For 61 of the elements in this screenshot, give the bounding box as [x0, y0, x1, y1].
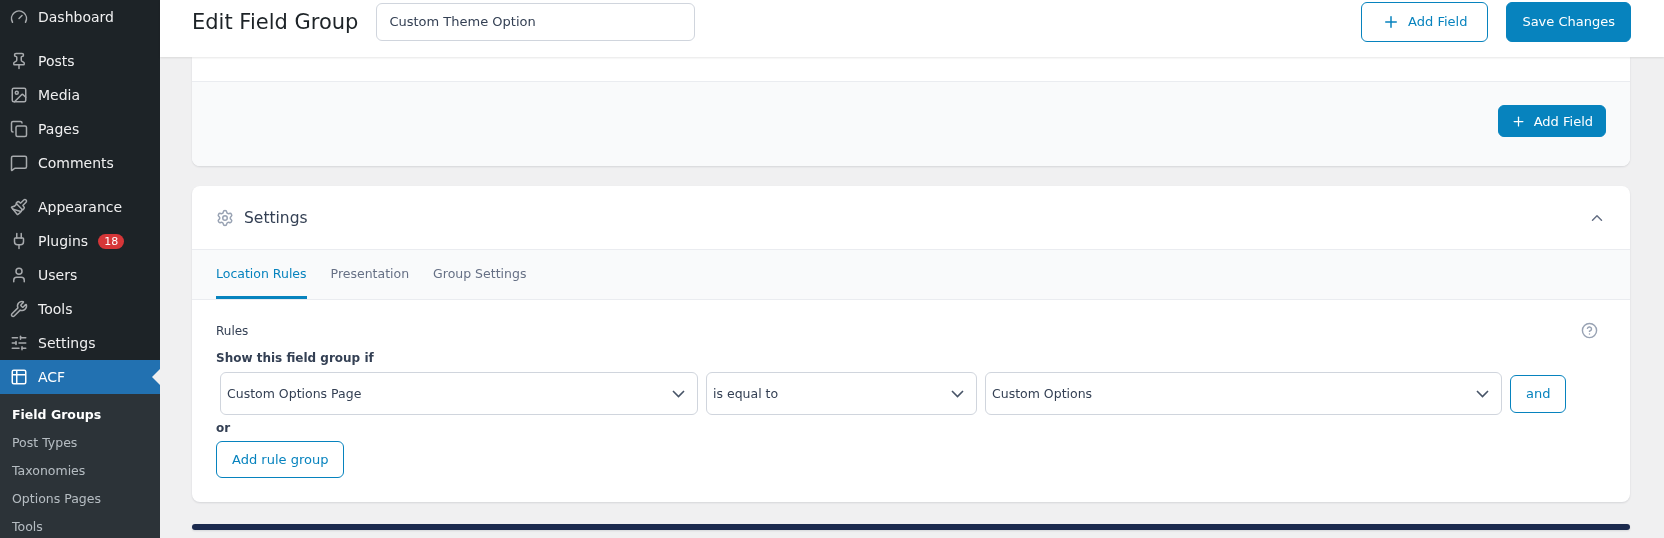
- help-icon[interactable]: [1581, 322, 1598, 339]
- condition-label: Show this field group if: [216, 351, 375, 365]
- save-button[interactable]: Save Changes: [1506, 1, 1631, 42]
- sidebar-item-label: Media: [38, 87, 81, 103]
- submenu-item[interactable]: Options Pages: [0, 485, 160, 513]
- chevron-down-icon: [672, 389, 685, 398]
- sidebar-item-label: Pages: [38, 121, 80, 137]
- sidebar-item-label: Dashboard: [38, 9, 114, 25]
- page-title: Edit Field Group: [192, 9, 359, 34]
- sidebar-item[interactable]: ACF: [0, 360, 160, 394]
- plus-icon: [1510, 113, 1526, 129]
- sidebar-item[interactable]: Pages: [0, 112, 160, 146]
- submenu-item[interactable]: Post Types: [0, 429, 160, 457]
- sidebar-item-label: Appearance: [38, 199, 123, 215]
- add-field-button[interactable]: Add Field: [1361, 1, 1489, 42]
- tab[interactable]: Location Rules: [216, 250, 307, 299]
- table-icon: [10, 368, 28, 386]
- card-title: Settings: [244, 208, 309, 227]
- submenu-item[interactable]: Field Groups: [0, 401, 160, 429]
- sliders-icon: [10, 334, 28, 352]
- sidebar-item-label: Comments: [38, 155, 114, 171]
- value-select[interactable]: Custom Options: [985, 372, 1502, 415]
- sidebar-item-label: Plugins: [38, 233, 89, 249]
- user-icon: [10, 266, 28, 284]
- sidebar-item[interactable]: Posts: [0, 44, 160, 78]
- gauge-icon: [10, 8, 28, 26]
- operator-select[interactable]: is equal to: [706, 372, 977, 415]
- sidebar-item[interactable]: Tools: [0, 292, 160, 326]
- submenu-item[interactable]: Tools: [0, 513, 160, 538]
- count-badge: 18: [98, 233, 125, 249]
- sidebar-item[interactable]: Media: [0, 78, 160, 112]
- media-icon: [10, 86, 28, 104]
- or-label: or: [216, 421, 232, 435]
- submenu-item[interactable]: Taxonomies: [0, 457, 160, 485]
- sidebar-item-label: Tools: [38, 301, 73, 317]
- sidebar-item-label: Posts: [38, 53, 75, 69]
- sidebar-item[interactable]: Settings: [0, 326, 160, 360]
- speech-bubble-icon: [10, 154, 28, 172]
- pin-icon: [10, 52, 28, 70]
- sidebar-item-label: Users: [38, 267, 78, 283]
- settings-icon: [216, 208, 234, 227]
- sidebar-item-label: Settings: [38, 335, 96, 351]
- param-select[interactable]: Custom Options Page: [220, 372, 698, 415]
- add-field-button[interactable]: Add Field: [1497, 105, 1606, 137]
- rules-label: Rules: [216, 323, 249, 338]
- sidebar-item[interactable]: Users: [0, 258, 160, 292]
- chevron-down-icon: [951, 389, 964, 398]
- tab[interactable]: Group Settings: [433, 250, 527, 299]
- chevron-down-icon: [1476, 389, 1489, 398]
- add-rule-group-button[interactable]: Add rule group: [216, 441, 345, 478]
- pages-icon: [10, 120, 28, 138]
- sidebar-item[interactable]: Plugins 18: [0, 224, 160, 258]
- title-field[interactable]: Custom Theme Option: [376, 2, 696, 41]
- sidebar-item[interactable]: Comments: [0, 146, 160, 180]
- wrench-icon: [10, 300, 28, 318]
- sidebar-item[interactable]: Dashboard: [0, 0, 160, 34]
- paintbrush-icon: [10, 198, 28, 216]
- sidebar-item-label: ACF: [38, 369, 66, 385]
- and-button[interactable]: and: [1510, 374, 1567, 413]
- sidebar-item[interactable]: Appearance: [0, 190, 160, 224]
- tab[interactable]: Presentation: [330, 250, 410, 299]
